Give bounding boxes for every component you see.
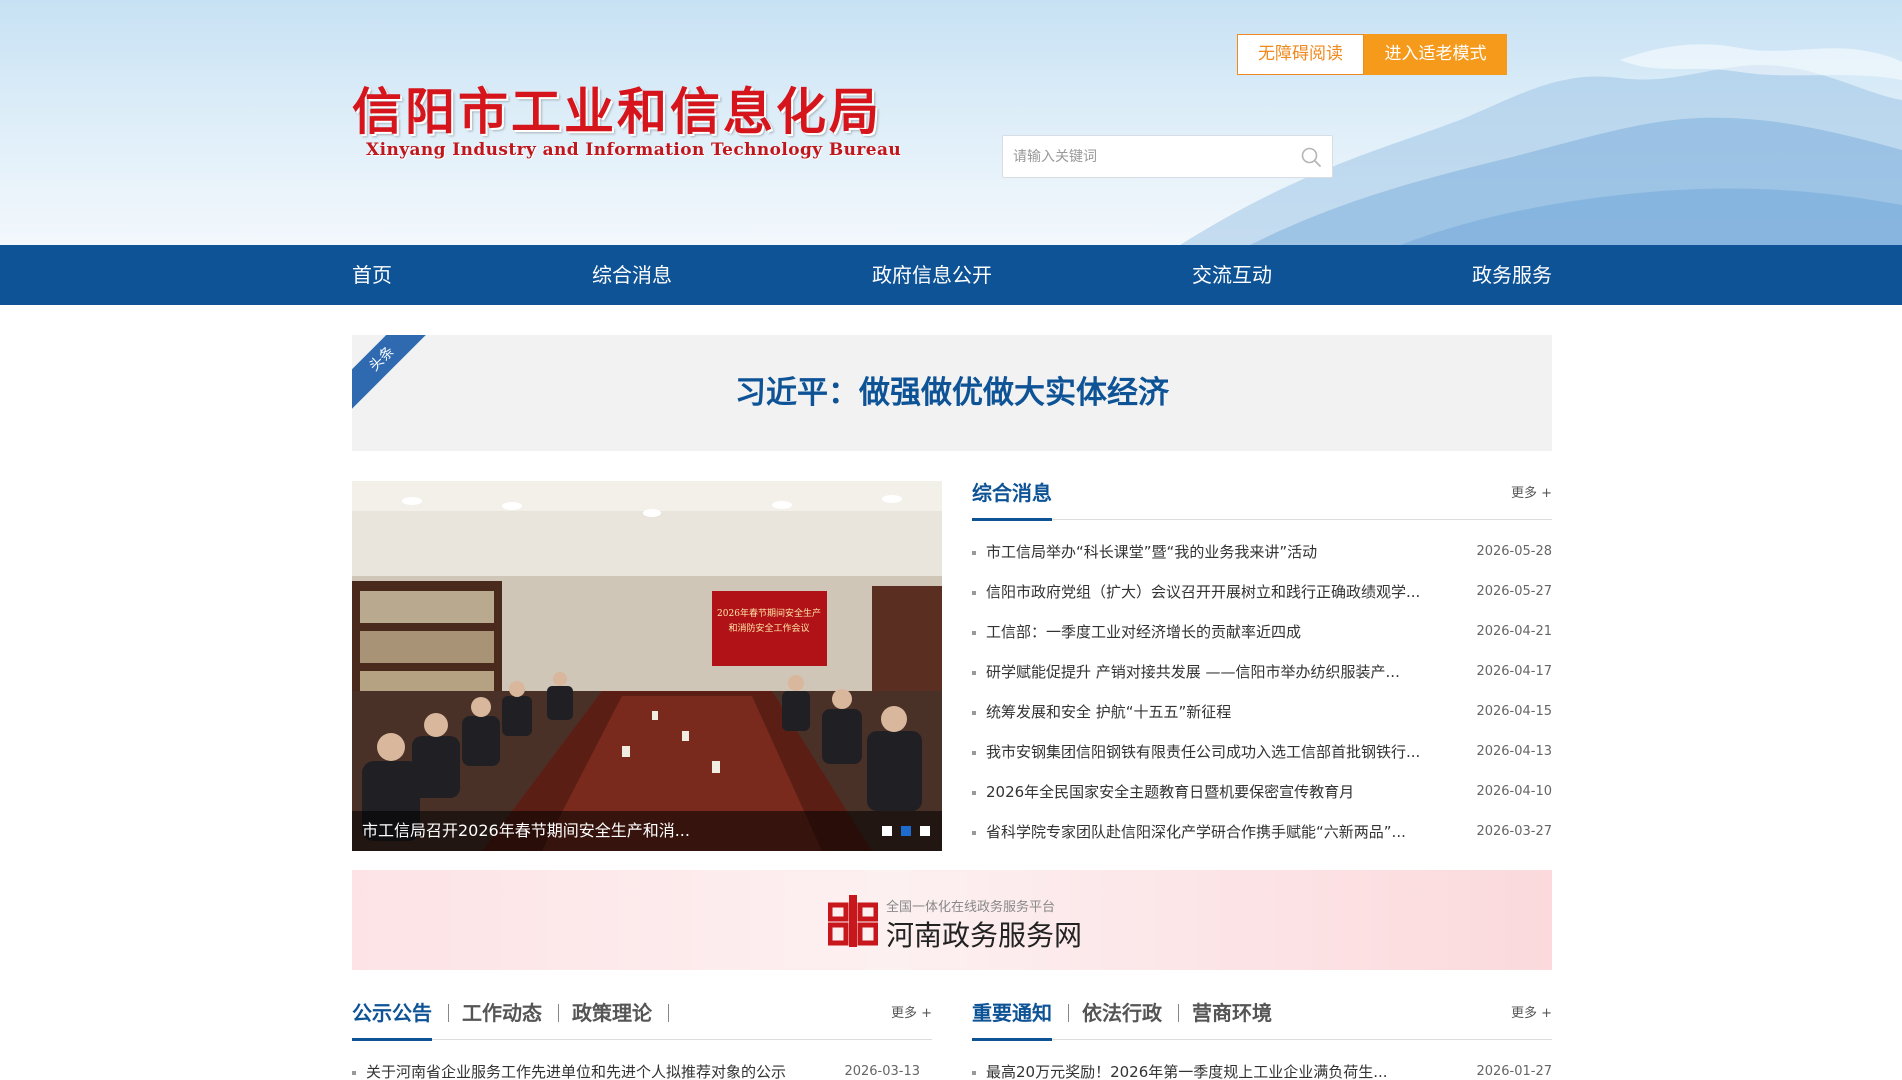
notice-panel-header: 公示公告 工作动态 政策理论 更多 + — [352, 998, 932, 1041]
bullet — [972, 591, 976, 595]
accessibility-buttons: 无障碍阅读 进入适老模式 — [1237, 34, 1507, 75]
site-logo-english: Xinyang Industry and Information Technol… — [366, 140, 902, 160]
news-title[interactable]: 2026年全民国家安全主题教育日暨机要保密宣传教育月 — [986, 772, 1456, 812]
bullet — [972, 791, 976, 795]
slide-caption[interactable]: 市工信局召开2026年春节期间安全生产和消... — [362, 811, 690, 851]
news-panel-header: 综合消息 更多 + — [972, 478, 1552, 521]
banner-title: 河南政务服务网 — [886, 919, 1083, 952]
notice-date: 2026-03-13 — [844, 1064, 920, 1079]
slide-photo: 2026年春节期间安全生产 和消防安全工作会议 — [352, 481, 942, 851]
tab-work-updates[interactable]: 工作动态 — [462, 998, 542, 1028]
bullet — [972, 551, 976, 555]
elderly-mode-button[interactable]: 进入适老模式 — [1364, 34, 1507, 75]
tab-general-news[interactable]: 综合消息 — [972, 478, 1052, 521]
tab-business-environment[interactable]: 营商环境 — [1192, 998, 1272, 1028]
list-item[interactable]: 关于河南省企业服务工作先进单位和先进个人拟推荐对象的公示 2026-03-13 — [352, 1052, 920, 1080]
nav-item-gov-info[interactable]: 政府信息公开 — [872, 245, 992, 305]
important-panel-header: 重要通知 依法行政 营商环境 更多 + — [972, 998, 1552, 1041]
nav-item-general-news[interactable]: 综合消息 — [592, 245, 672, 305]
tab-separator — [668, 1004, 669, 1022]
tab-law-administration[interactable]: 依法行政 — [1082, 998, 1162, 1028]
headline-title[interactable]: 习近平：做强做优做大实体经济 — [352, 335, 1552, 451]
news-title[interactable]: 省科学院专家团队赴信阳深化产学研合作携手赋能“六新两品”... — [986, 812, 1456, 852]
nav-item-home[interactable]: 首页 — [352, 245, 392, 305]
header: 信阳市工业和信息化局 Xinyang Industry and Informat… — [0, 0, 1902, 245]
news-date: 2026-05-28 — [1476, 544, 1552, 559]
bullet — [972, 711, 976, 715]
news-title[interactable]: 市工信局举办“科长课堂”暨“我的业务我来讲”活动 — [986, 532, 1456, 572]
important-list: 最高20万元奖励！2026年第一季度规上工业企业满负荷生... 2026-01-2… — [972, 1052, 1552, 1080]
list-item[interactable]: 最高20万元奖励！2026年第一季度规上工业企业满负荷生... 2026-01-2… — [972, 1052, 1552, 1080]
tab-separator — [448, 1004, 449, 1022]
important-date: 2026-01-27 — [1476, 1064, 1552, 1079]
svg-text:和消防安全工作会议: 和消防安全工作会议 — [728, 622, 809, 634]
list-item[interactable]: 市工信局举办“科长课堂”暨“我的业务我来讲”活动 2026-05-28 — [972, 532, 1552, 572]
list-item[interactable]: 研学赋能促提升 产销对接共发展 ——信阳市举办纺织服装产... 2026-04-1… — [972, 652, 1552, 692]
headline-banner: 头条 习近平：做强做优做大实体经济 — [352, 335, 1552, 451]
list-item[interactable]: 2026年全民国家安全主题教育日暨机要保密宣传教育月 2026-04-10 — [972, 772, 1552, 812]
list-item[interactable]: 统筹发展和安全 护航“十五五”新征程 2026-04-15 — [972, 692, 1552, 732]
important-more-link[interactable]: 更多 + — [1511, 1002, 1552, 1021]
news-title[interactable]: 研学赋能促提升 产销对接共发展 ——信阳市举办纺织服装产... — [986, 652, 1456, 692]
bullet — [972, 831, 976, 835]
list-item[interactable]: 信阳市政府党组（扩大）会议召开开展树立和践行正确政绩观学... 2026-05-2… — [972, 572, 1552, 612]
list-item[interactable]: 我市安钢集团信阳钢铁有限责任公司成功入选工信部首批钢铁行... 2026-04-1… — [972, 732, 1552, 772]
slide-dot-2[interactable] — [901, 826, 911, 836]
news-date: 2026-03-27 — [1476, 824, 1552, 839]
list-item[interactable]: 工信部：一季度工业对经济增长的贡献率近四成 2026-04-21 — [972, 612, 1552, 652]
news-date: 2026-04-15 — [1476, 704, 1552, 719]
news-date: 2026-04-17 — [1476, 664, 1552, 679]
photo-slider[interactable]: 2026年春节期间安全生产 和消防安全工作会议 市工信局召开2026年春节期间安… — [352, 481, 942, 851]
main-navigation: 首页 综合消息 政府信息公开 交流互动 政务服务 — [0, 245, 1902, 305]
news-title[interactable]: 我市安钢集团信阳钢铁有限责任公司成功入选工信部首批钢铁行... — [986, 732, 1456, 772]
news-title[interactable]: 信阳市政府党组（扩大）会议召开开展树立和践行正确政绩观学... — [986, 572, 1456, 612]
list-item[interactable]: 省科学院专家团队赴信阳深化产学研合作携手赋能“六新两品”... 2026-03-2… — [972, 812, 1552, 852]
news-title[interactable]: 统筹发展和安全 护航“十五五”新征程 — [986, 692, 1456, 732]
bullet — [972, 671, 976, 675]
notice-title[interactable]: 关于河南省企业服务工作先进单位和先进个人拟推荐对象的公示 — [366, 1052, 826, 1080]
notice-list: 关于河南省企业服务工作先进单位和先进个人拟推荐对象的公示 2026-03-13 — [352, 1052, 920, 1080]
important-title[interactable]: 最高20万元奖励！2026年第一季度规上工业企业满负荷生... — [986, 1052, 1426, 1080]
news-more-link[interactable]: 更多 + — [1511, 482, 1552, 501]
tab-policy-theory[interactable]: 政策理论 — [572, 998, 652, 1028]
bullet — [972, 1071, 976, 1075]
accessible-reading-button[interactable]: 无障碍阅读 — [1237, 34, 1364, 75]
tab-important-notices[interactable]: 重要通知 — [972, 998, 1052, 1041]
news-date: 2026-04-21 — [1476, 624, 1552, 639]
search-input[interactable] — [1013, 136, 1283, 177]
slide-dot-1[interactable] — [882, 826, 892, 836]
tab-separator — [1068, 1004, 1069, 1022]
nav-item-gov-services[interactable]: 政务服务 — [1472, 245, 1552, 305]
slide-dot-3[interactable] — [920, 826, 930, 836]
henan-gov-service-banner[interactable]: 全国一体化在线政务服务平台 河南政务服务网 — [352, 870, 1552, 970]
tab-separator — [558, 1004, 559, 1022]
slide-dots — [882, 826, 930, 836]
news-list: 市工信局举办“科长课堂”暨“我的业务我来讲”活动 2026-05-28 信阳市政府… — [972, 532, 1552, 852]
tab-separator — [1178, 1004, 1179, 1022]
site-logo-chinese[interactable]: 信阳市工业和信息化局 — [352, 72, 882, 144]
notice-more-link[interactable]: 更多 + — [891, 1002, 932, 1021]
bullet — [972, 751, 976, 755]
search-icon[interactable] — [1300, 146, 1322, 168]
henan-gov-service-logo-icon — [828, 895, 878, 947]
news-date: 2026-04-10 — [1476, 784, 1552, 799]
tab-public-notices[interactable]: 公示公告 — [352, 998, 432, 1041]
mountain-background — [1180, 44, 1902, 245]
news-date: 2026-05-27 — [1476, 584, 1552, 599]
bullet — [972, 631, 976, 635]
banner-subtitle: 全国一体化在线政务服务平台 — [886, 900, 1056, 915]
page: 信阳市工业和信息化局 Xinyang Industry and Informat… — [0, 0, 1902, 1080]
search-box — [1002, 135, 1333, 178]
screen-text: 2026年春节期间安全生产 — [717, 607, 821, 619]
slide-caption-bar: 市工信局召开2026年春节期间安全生产和消... — [352, 811, 942, 851]
bullet — [352, 1071, 356, 1075]
news-title[interactable]: 工信部：一季度工业对经济增长的贡献率近四成 — [986, 612, 1456, 652]
nav-item-interaction[interactable]: 交流互动 — [1192, 245, 1272, 305]
news-date: 2026-04-13 — [1476, 744, 1552, 759]
